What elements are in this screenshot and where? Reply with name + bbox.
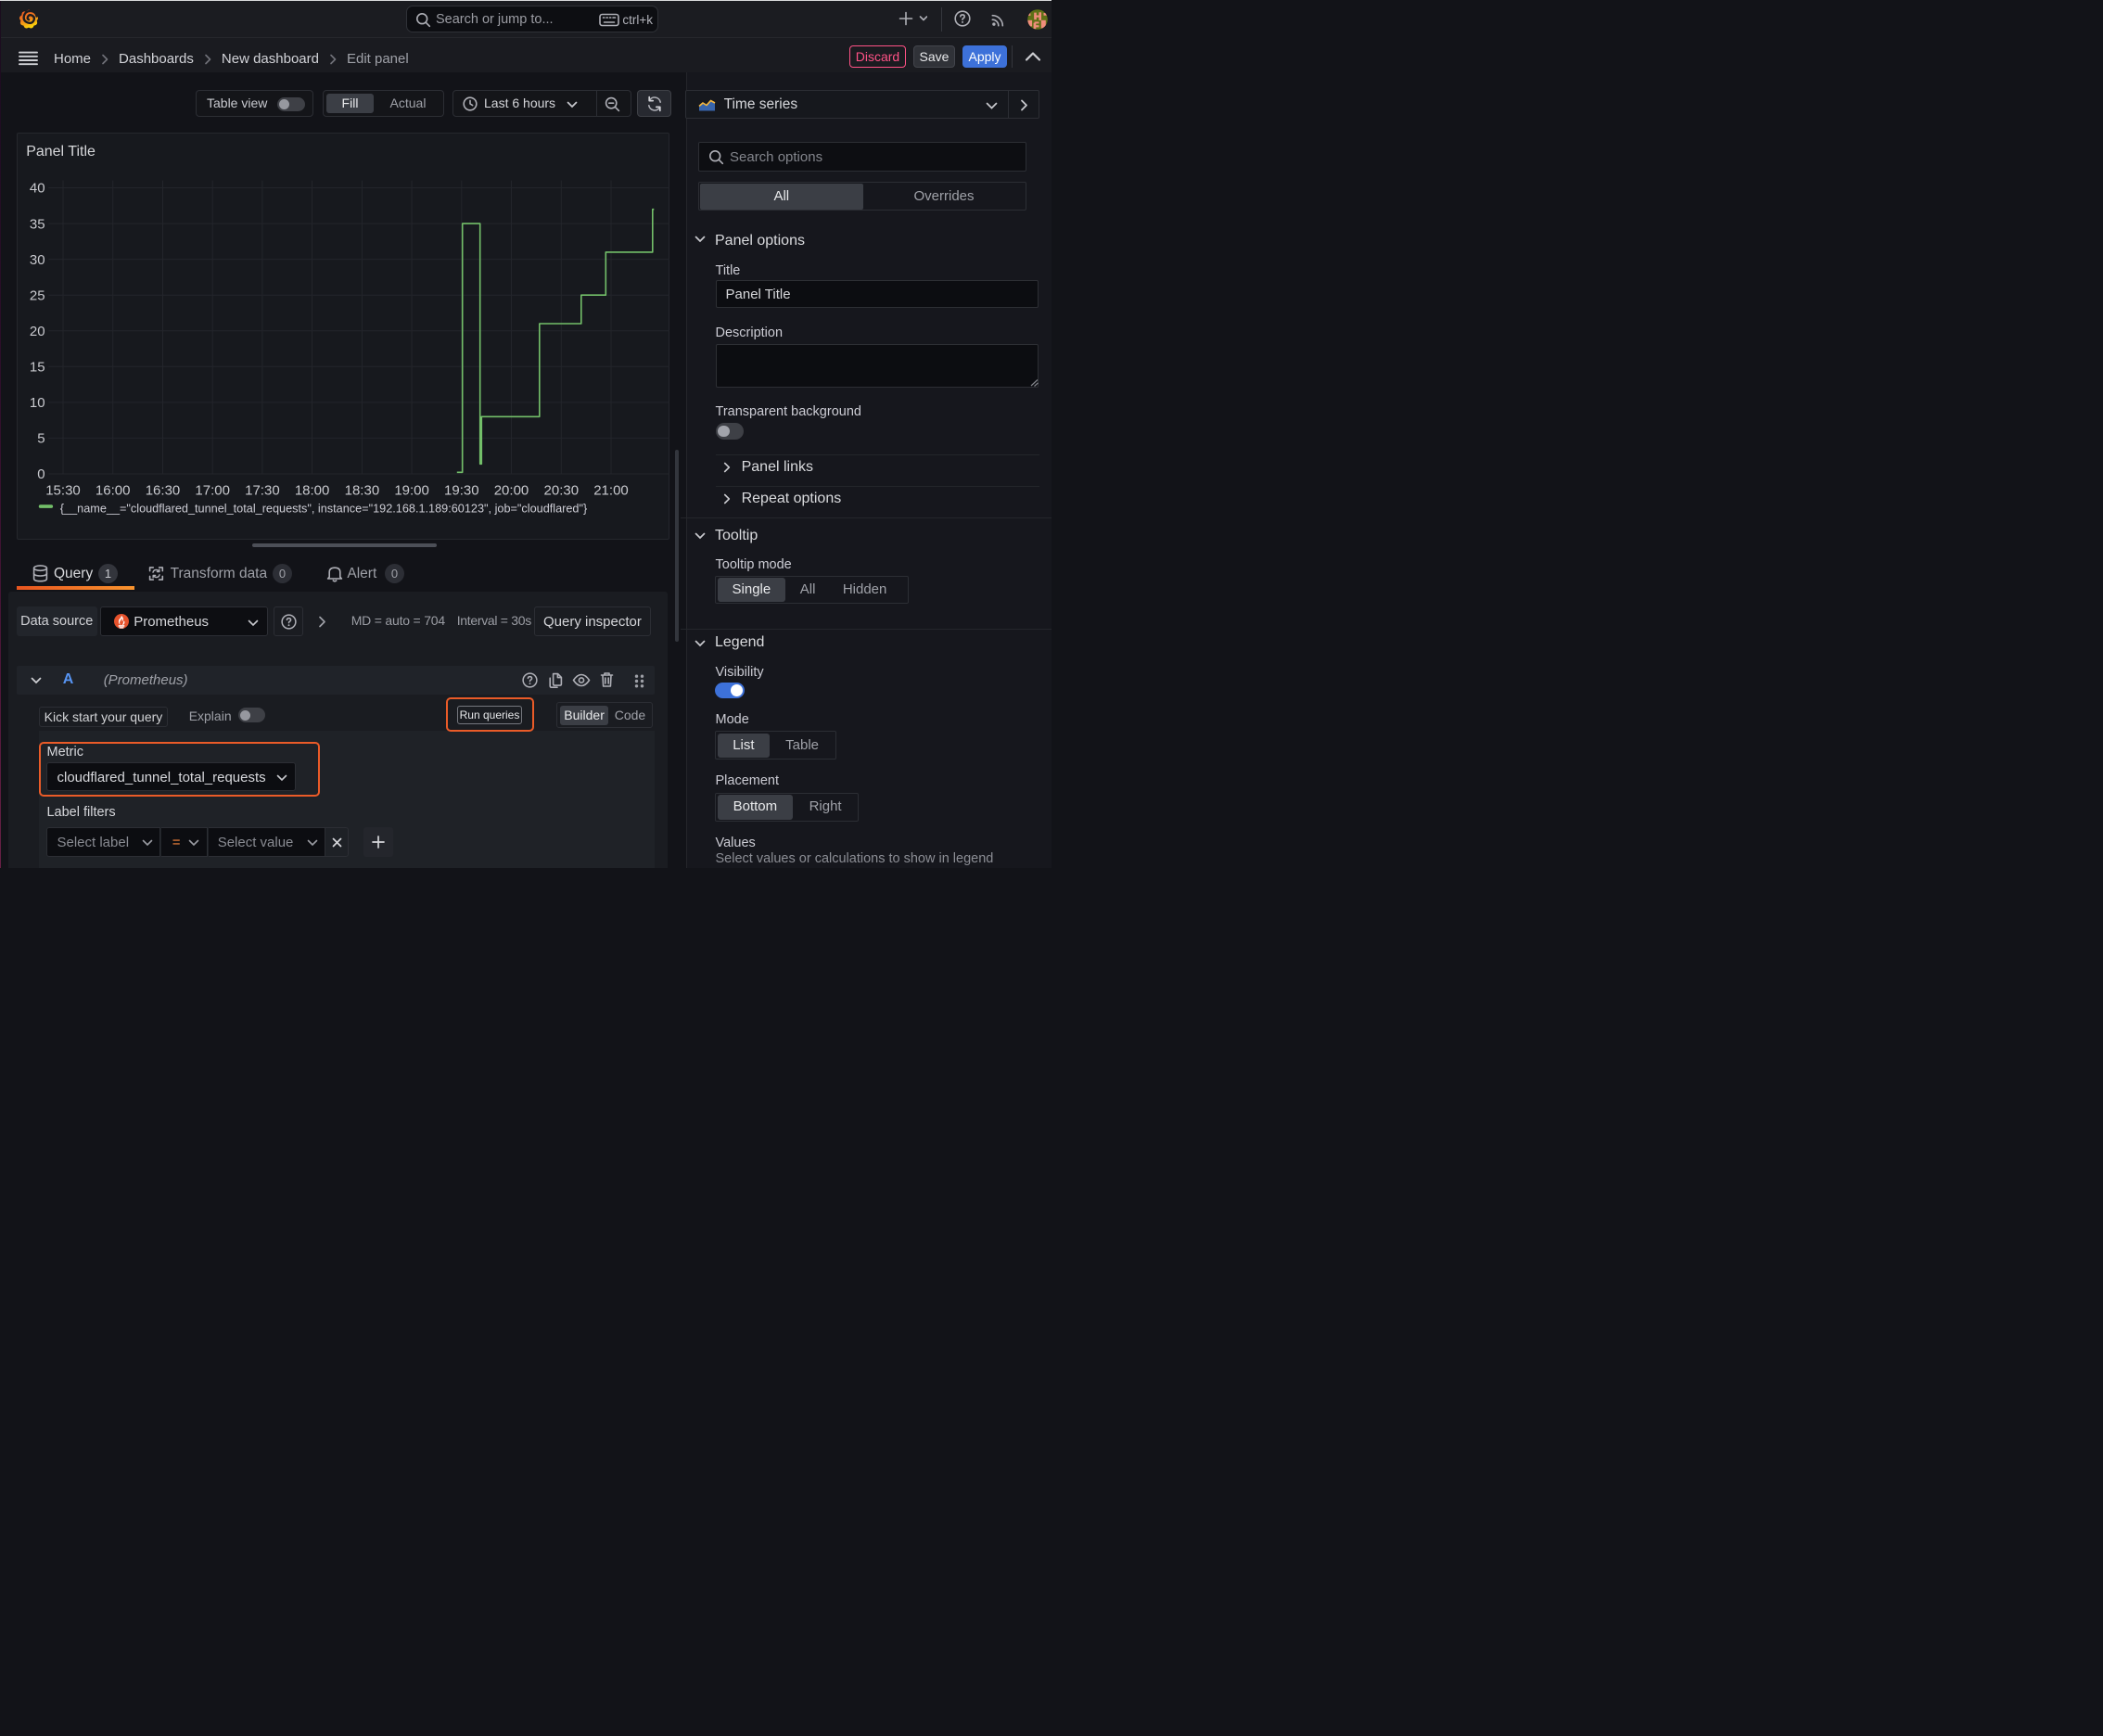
svg-text:20:30: 20:30 bbox=[543, 482, 579, 498]
svg-text:{__name__="cloudflared_tunnel_: {__name__="cloudflared_tunnel_total_requ… bbox=[59, 502, 587, 515]
svg-text:20: 20 bbox=[30, 324, 45, 339]
svg-text:15:30: 15:30 bbox=[45, 482, 81, 498]
svg-text:16:30: 16:30 bbox=[145, 482, 180, 498]
svg-text:15: 15 bbox=[30, 359, 45, 375]
svg-text:30: 30 bbox=[30, 251, 45, 267]
svg-text:25: 25 bbox=[30, 287, 45, 303]
svg-text:19:00: 19:00 bbox=[394, 482, 429, 498]
svg-text:21:00: 21:00 bbox=[593, 482, 629, 498]
svg-text:19:30: 19:30 bbox=[444, 482, 479, 498]
svg-text:17:00: 17:00 bbox=[195, 482, 230, 498]
svg-text:18:30: 18:30 bbox=[344, 482, 379, 498]
svg-text:17:30: 17:30 bbox=[245, 482, 280, 498]
svg-text:35: 35 bbox=[30, 216, 45, 232]
svg-text:0: 0 bbox=[37, 466, 45, 482]
svg-text:20:00: 20:00 bbox=[493, 482, 529, 498]
svg-text:5: 5 bbox=[37, 430, 45, 446]
svg-text:18:00: 18:00 bbox=[295, 482, 330, 498]
svg-text:16:00: 16:00 bbox=[96, 482, 131, 498]
svg-text:40: 40 bbox=[30, 180, 45, 196]
svg-text:10: 10 bbox=[30, 395, 45, 411]
